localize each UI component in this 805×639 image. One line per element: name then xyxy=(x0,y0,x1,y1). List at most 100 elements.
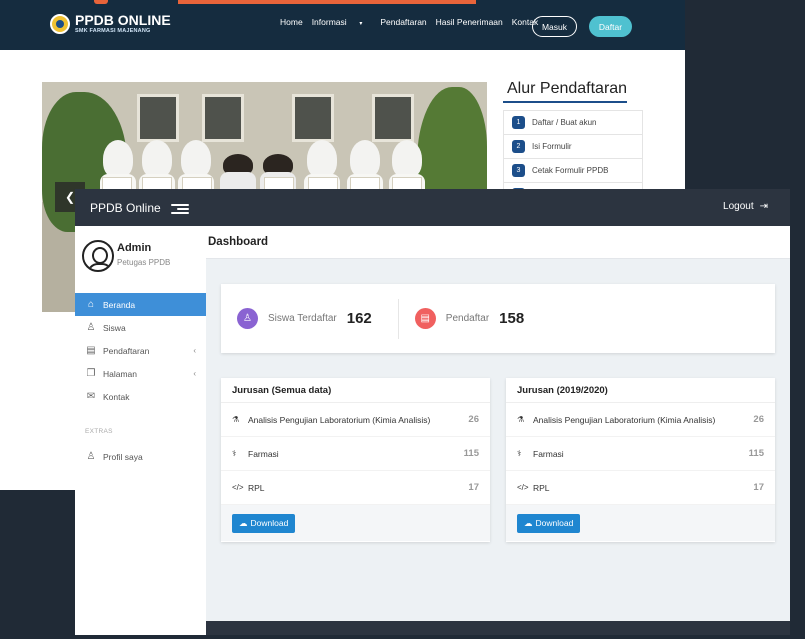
stethoscope-icon: ⚕ xyxy=(517,449,522,458)
jurusan-name: Analisis Pengujian Laboratorium (Kimia A… xyxy=(533,414,716,425)
chevron-left-icon: ❮ xyxy=(64,190,76,204)
step-label: Isi Formulir xyxy=(532,142,572,151)
logout-icon: ⇥ xyxy=(759,201,768,212)
step-number: 1 xyxy=(512,116,525,129)
sidebar-section-extras: EXTRAS xyxy=(85,428,113,435)
site-brand[interactable]: PPDB ONLINE SMK FARMASI MAJENANG xyxy=(50,13,171,35)
stat-pendaftar: ▤ Pendaftar 158 xyxy=(399,284,524,353)
user-icon: ♙ xyxy=(237,308,258,329)
user-icon: ♙ xyxy=(86,322,96,333)
avatar xyxy=(82,240,114,272)
sidebar-item-beranda[interactable]: ⌂ Beranda xyxy=(75,293,206,316)
card-title: Jurusan (Semua data) xyxy=(221,378,490,403)
flask-icon: ⚗ xyxy=(517,415,525,424)
jurusan-count: 115 xyxy=(463,448,479,459)
list-item: </> RPL 17 xyxy=(506,471,775,505)
card-footer: ☁ Download xyxy=(506,505,775,541)
profile-role: Petugas PPDB xyxy=(117,258,171,267)
document-icon: ▤ xyxy=(414,308,436,329)
alur-pendaftaran-panel: Alur Pendaftaran 1 Daftar / Buat akun 2 … xyxy=(503,80,643,206)
admin-topbar: PPDB Online Logout ⇥ xyxy=(75,189,790,226)
brand-title: PPDB ONLINE xyxy=(75,12,171,28)
sidebar-item-siswa[interactable]: ♙ Siswa xyxy=(75,316,206,339)
logout-label: Logout xyxy=(723,201,754,212)
mail-icon: ✉ xyxy=(86,391,96,402)
decor-strip xyxy=(94,0,108,4)
download-button[interactable]: ☁ Download xyxy=(232,513,296,533)
stat-siswa-terdaftar: ♙ Siswa Terdaftar 162 xyxy=(221,284,372,353)
step-number: 3 xyxy=(512,164,525,177)
sidebar-item-pendaftaran[interactable]: ▤ Pendaftaran ‹ xyxy=(75,339,206,362)
cloud-download-icon: ☁ xyxy=(239,517,248,528)
step-number: 2 xyxy=(512,140,525,153)
page-icon: ❐ xyxy=(86,368,96,379)
stat-value: 162 xyxy=(346,310,372,327)
card-title: Jurusan (2019/2020) xyxy=(506,378,775,403)
home-icon: ⌂ xyxy=(87,299,95,310)
list-item: ⚕ Farmasi 115 xyxy=(506,437,775,471)
sidebar-item-profil[interactable]: ♙ Profil saya xyxy=(75,445,206,468)
jurusan-count: 17 xyxy=(753,482,764,493)
photo-window xyxy=(202,94,244,142)
alur-step: 1 Daftar / Buat akun xyxy=(503,110,643,134)
stat-label: Pendaftar xyxy=(445,313,490,324)
daftar-button[interactable]: Daftar xyxy=(589,16,632,37)
alur-step: 3 Cetak Formulir PPDB xyxy=(503,158,643,182)
download-button[interactable]: ☁ Download xyxy=(517,513,581,533)
step-label: Daftar / Buat akun xyxy=(532,118,597,127)
jurusan-count: 26 xyxy=(753,414,764,425)
school-logo xyxy=(50,14,70,34)
site-navbar: PPDB ONLINE SMK FARMASI MAJENANG Home In… xyxy=(0,0,685,50)
sidebar-item-label: Beranda xyxy=(103,299,136,310)
card-jurusan-tahun: Jurusan (2019/2020) ⚗ Analisis Pengujian… xyxy=(506,378,775,542)
sidebar-item-halaman[interactable]: ❐ Halaman ‹ xyxy=(75,362,206,385)
menu-informasi[interactable]: Informasi ▾ xyxy=(312,17,372,27)
list-item: </> RPL 17 xyxy=(221,471,490,505)
sidebar-item-label: Halaman xyxy=(103,368,138,379)
jurusan-name: Farmasi xyxy=(533,448,564,459)
jurusan-name: Analisis Pengujian Laboratorium (Kimia A… xyxy=(248,414,431,425)
jurusan-name: Farmasi xyxy=(248,448,279,459)
alur-step: 2 Isi Formulir xyxy=(503,134,643,158)
list-item: ⚗ Analisis Pengujian Laboratorium (Kimia… xyxy=(506,403,775,437)
document-icon: ▤ xyxy=(86,345,96,356)
stats-panel: ♙ Siswa Terdaftar 162 ▤ Pendaftar 158 xyxy=(221,284,775,353)
photo-window xyxy=(137,94,179,142)
sidebar-item-kontak[interactable]: ✉ Kontak xyxy=(75,385,206,408)
jurusan-name: RPL xyxy=(533,482,550,493)
page-title: Dashboard xyxy=(206,226,790,259)
profile-name: Admin xyxy=(117,242,152,254)
jurusan-count: 17 xyxy=(468,482,479,493)
menu-home[interactable]: Home xyxy=(280,17,303,27)
chevron-down-icon: ▾ xyxy=(357,21,363,27)
sidebar-item-label: Profil saya xyxy=(103,451,143,462)
flask-icon: ⚗ xyxy=(232,415,240,424)
decor-strip xyxy=(178,0,476,4)
code-icon: </> xyxy=(232,483,244,492)
menu-toggle-icon[interactable] xyxy=(170,202,189,214)
site-menu: Home Informasi ▾ Pendaftaran Hasil Pener… xyxy=(280,17,547,27)
cloud-download-icon: ☁ xyxy=(524,517,533,528)
jurusan-count: 115 xyxy=(748,448,764,459)
admin-footer-bar xyxy=(206,621,790,635)
logout-button[interactable]: Logout ⇥ xyxy=(723,201,768,212)
jurusan-count: 26 xyxy=(468,414,479,425)
step-label: Cetak Formulir PPDB xyxy=(532,166,609,175)
menu-hasil-penerimaan[interactable]: Hasil Penerimaan xyxy=(436,17,503,27)
photo-window xyxy=(372,94,414,142)
chevron-left-icon: ‹ xyxy=(193,369,196,378)
list-item: ⚕ Farmasi 115 xyxy=(221,437,490,471)
download-label: Download xyxy=(250,518,289,528)
photo-window xyxy=(292,94,334,142)
admin-dashboard-window: PPDB Online Logout ⇥ Admin Petugas PPDB … xyxy=(75,189,790,635)
stethoscope-icon: ⚕ xyxy=(232,449,237,458)
sidebar-item-label: Kontak xyxy=(103,391,130,402)
masuk-button[interactable]: Masuk xyxy=(532,16,577,37)
card-footer: ☁ Download xyxy=(221,505,490,541)
chevron-left-icon: ‹ xyxy=(193,346,196,355)
stat-label: Siswa Terdaftar xyxy=(268,313,337,324)
user-profile: Admin Petugas PPDB xyxy=(75,226,206,293)
menu-pendaftaran[interactable]: Pendaftaran xyxy=(380,17,426,27)
list-item: ⚗ Analisis Pengujian Laboratorium (Kimia… xyxy=(221,403,490,437)
sidebar-item-label: Pendaftaran xyxy=(103,345,150,356)
